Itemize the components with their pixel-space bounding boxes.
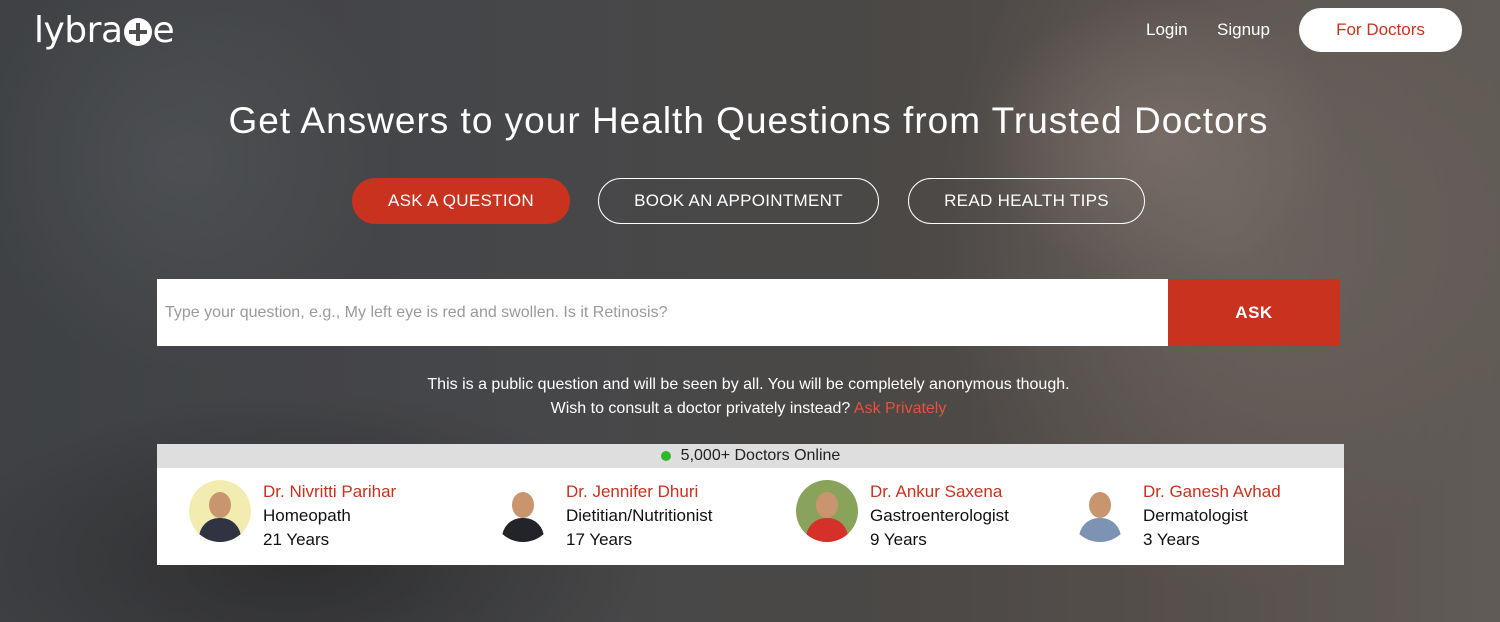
doctor-specialty: Dietitian/Nutritionist bbox=[566, 506, 713, 525]
ask-privately-link[interactable]: Ask Privately bbox=[854, 400, 946, 417]
doctor-avatar bbox=[189, 480, 251, 542]
doctor-avatar bbox=[796, 480, 858, 542]
read-health-tips-button[interactable]: READ HEALTH TIPS bbox=[908, 178, 1145, 224]
for-doctors-button[interactable]: For Doctors bbox=[1299, 8, 1462, 52]
doctor-experience: 17 Years bbox=[566, 530, 633, 549]
online-status-dot-icon bbox=[660, 451, 671, 461]
question-input[interactable] bbox=[157, 279, 1168, 346]
doctors-online-bar: 5,000+ Doctors Online bbox=[157, 444, 1344, 468]
doctor-specialty: Dermatologist bbox=[1143, 506, 1248, 525]
doctor-name[interactable]: Dr. Nivritti Parihar bbox=[263, 480, 396, 504]
doctor-experience: 9 Years bbox=[870, 530, 927, 549]
logo-text-right: e bbox=[152, 9, 175, 51]
doctor-avatar bbox=[492, 480, 554, 542]
doctors-online-label: 5,000+ Doctors Online bbox=[680, 447, 841, 464]
doctor-name[interactable]: Dr. Jennifer Dhuri bbox=[566, 480, 712, 504]
doctor-specialty: Homeopath bbox=[263, 506, 351, 525]
doctor-card[interactable]: Dr. Jennifer Dhuri Dietitian/Nutritionis… bbox=[492, 480, 712, 552]
online-doctors-panel: 5,000+ Doctors Online Dr. Nivritti Parih… bbox=[157, 444, 1344, 565]
doctor-name[interactable]: Dr. Ganesh Avhad bbox=[1143, 480, 1281, 504]
signup-link[interactable]: Signup bbox=[1217, 20, 1270, 40]
doctor-card[interactable]: Dr. Ankur Saxena Gastroenterologist 9 Ye… bbox=[796, 480, 1009, 552]
doctor-card[interactable]: Dr. Nivritti Parihar Homeopath 21 Years bbox=[189, 480, 396, 552]
hero-headline: Get Answers to your Health Questions fro… bbox=[228, 100, 1269, 141]
notice-private-prompt: Wish to consult a doctor privately inste… bbox=[550, 400, 851, 417]
doctor-name[interactable]: Dr. Ankur Saxena bbox=[870, 480, 1009, 504]
ask-button[interactable]: ASK bbox=[1168, 279, 1340, 346]
ask-a-question-button[interactable]: ASK A QUESTION bbox=[352, 178, 570, 224]
notice-line-2: Wish to consult a doctor privately inste… bbox=[0, 397, 1497, 421]
doctor-specialty: Gastroenterologist bbox=[870, 506, 1009, 525]
lybrate-logo[interactable]: lybra e bbox=[34, 8, 175, 52]
login-link[interactable]: Login bbox=[1146, 20, 1188, 40]
doctor-experience: 21 Years bbox=[263, 530, 330, 549]
doctor-avatar bbox=[1069, 480, 1131, 542]
logo-plus-icon bbox=[123, 18, 152, 46]
doctor-experience: 3 Years bbox=[1143, 530, 1200, 549]
logo-text-left: lybra bbox=[34, 9, 123, 51]
public-question-notice: This is a public question and will be se… bbox=[0, 373, 1497, 421]
book-an-appointment-button[interactable]: BOOK AN APPOINTMENT bbox=[598, 178, 879, 224]
doctor-card[interactable]: Dr. Ganesh Avhad Dermatologist 3 Years bbox=[1069, 480, 1281, 552]
notice-line-1: This is a public question and will be se… bbox=[427, 376, 1070, 393]
